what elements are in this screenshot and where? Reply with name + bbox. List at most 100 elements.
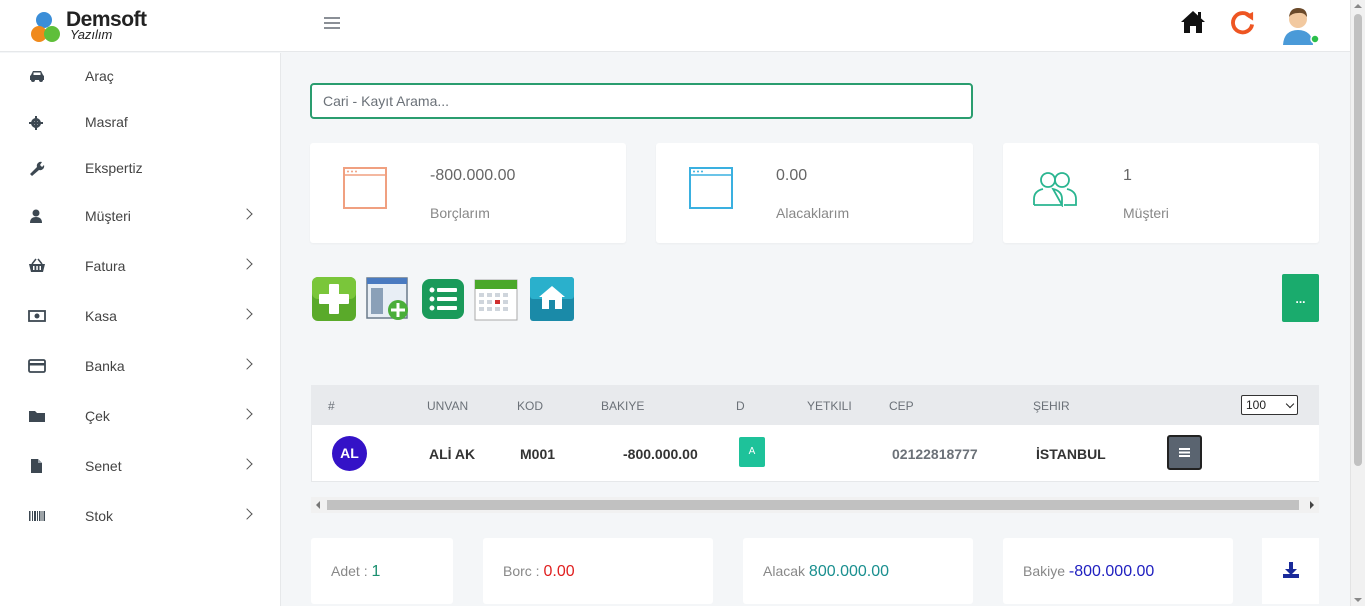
calendar-icon[interactable] [473,276,519,322]
menu-toggle-icon[interactable] [324,17,340,31]
status-badge: A [739,437,765,467]
card-value: 1 [1123,167,1132,184]
sidebar: Araç Masraf Ekspertiz Müşteri Fatura Kas… [0,53,281,606]
card-value: 0.00 [776,167,808,184]
column-header[interactable]: BAKIYE [601,399,644,413]
table-row[interactable]: AL ALİ AK M001 -800.000.00 A 02122818777… [311,425,1319,482]
sidebar-item-cek[interactable]: Çek [0,396,281,436]
sidebar-item-label: Masraf [85,114,128,130]
user-avatar-icon[interactable] [1280,5,1322,47]
refresh-icon[interactable] [1229,9,1256,36]
barcode-icon [29,511,45,521]
summary-label: Alacak [763,563,806,579]
summary-label: Bakiye [1023,563,1066,579]
sidebar-item-label: Araç [85,68,114,84]
column-header[interactable]: KOD [517,399,543,413]
money-icon [28,310,46,322]
users-icon [1033,172,1077,207]
page-size-value: 100 [1246,398,1267,412]
column-header[interactable]: D [736,399,745,413]
sidebar-item-label: Ekspertiz [85,160,143,176]
sidebar-item-masraf[interactable]: Masraf [0,102,281,142]
card-alacaklarim: 0.00 Alacaklarım [656,143,973,243]
column-header[interactable]: UNVAN [427,399,468,413]
window-icon [689,167,733,209]
folder-icon [29,411,45,422]
sidebar-item-ekspertiz[interactable]: Ekspertiz [0,148,281,188]
search-input[interactable] [310,83,973,119]
download-icon [1283,562,1299,578]
new-record-icon[interactable] [365,276,411,322]
home-app-icon[interactable] [529,276,575,322]
brand-subname: Yazılım [70,27,113,42]
sidebar-item-musteri[interactable]: Müşteri [0,196,281,236]
list-icon[interactable] [420,276,466,322]
card-borclarim: -800.000.00 Borçlarım [310,143,626,243]
user-icon [30,209,42,223]
sidebar-item-label: Kasa [85,308,117,324]
chevron-down-icon [1285,399,1295,409]
gear-icon [29,116,43,130]
column-header[interactable]: YETKILI [807,399,852,413]
add-icon[interactable] [311,276,357,322]
column-header[interactable]: CEP [889,399,914,413]
sidebar-item-banka[interactable]: Banka [0,346,281,386]
summary-value: 800.000.00 [808,563,889,580]
brand-logo[interactable]: Demsoft Yazılım [30,8,180,44]
sidebar-item-label: Müşteri [85,208,131,224]
column-header[interactable]: # [328,399,335,413]
table-scrollbar[interactable] [311,497,1319,513]
cell-bakiye: -800.000.00 [623,446,698,462]
sidebar-item-label: Fatura [85,258,126,274]
car-icon [30,71,44,82]
chevron-right-icon [241,208,253,220]
card-value: -800.000.00 [430,167,516,184]
window-icon [343,167,387,209]
credit-card-icon [28,359,46,373]
summary-value: 1 [371,563,381,580]
avatar: AL [332,436,367,471]
basket-icon [29,258,45,272]
row-menu-button[interactable] [1167,435,1202,470]
top-bar: Demsoft Yazılım [0,0,1350,52]
chevron-right-icon [241,508,253,520]
sidebar-item-label: Stok [85,508,114,524]
summary-borc: Borc : 0.00 [483,538,713,604]
wrench-icon [30,161,45,176]
table-header: # UNVAN KOD BAKIYE D YETKILI CEP ŞEHIR [311,385,1319,425]
page-size-select[interactable]: 100 [1241,395,1298,415]
summary-value: -800.000.00 [1068,563,1155,580]
more-options-button[interactable]: ... [1282,274,1319,322]
summary-alacak: Alacak 800.000.00 [743,538,973,604]
sidebar-item-senet[interactable]: Senet [0,446,281,486]
sidebar-item-label: Banka [85,358,125,374]
sidebar-item-label: Çek [85,408,110,424]
sidebar-item-stok[interactable]: Stok [0,496,281,536]
summary-label: Borc : [503,563,540,579]
page-scrollbar[interactable] [1350,0,1365,606]
sidebar-item-kasa[interactable]: Kasa [0,296,281,336]
sidebar-item-arac[interactable]: Araç [0,56,281,96]
chevron-right-icon [241,258,253,270]
cell-sehir: İSTANBUL [1036,446,1106,462]
cell-unvan: ALİ AK [429,446,476,462]
cell-cep: 02122818777 [892,446,978,462]
download-button[interactable] [1262,538,1319,604]
chevron-right-icon [241,358,253,370]
card-caption: Borçlarım [430,205,490,221]
sidebar-item-fatura[interactable]: Fatura [0,246,281,286]
summary-bakiye: Bakiye -800.000.00 [1003,538,1233,604]
home-icon[interactable] [1179,9,1207,35]
column-header[interactable]: ŞEHIR [1033,399,1070,413]
card-caption: Alacaklarım [776,205,850,221]
card-musteri: 1 Müşteri [1003,143,1319,243]
list-icon [1179,448,1190,457]
summary-adet: Adet : 1 [311,538,453,604]
card-caption: Müşteri [1123,205,1169,221]
file-icon [31,459,42,473]
logo-balls-icon [31,12,60,42]
cell-kod: M001 [520,446,556,462]
chevron-right-icon [241,458,253,470]
sidebar-item-label: Senet [85,458,122,474]
chevron-right-icon [241,308,253,320]
